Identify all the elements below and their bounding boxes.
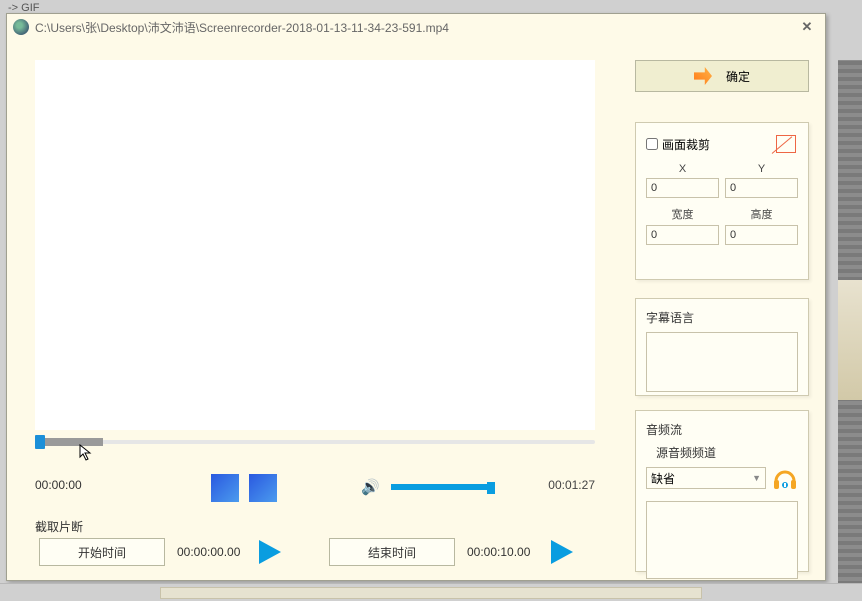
audio-channel-label: 源音频频道 bbox=[646, 444, 798, 461]
window-title: C:\Users\张\Desktop\沛文沛语\Screenrecorder-2… bbox=[35, 19, 795, 36]
volume-track bbox=[391, 484, 491, 490]
headphones-icon bbox=[772, 465, 798, 491]
audio-panel: 音频流 源音频频道 缺省 ▼ bbox=[635, 410, 809, 572]
audio-source-combo[interactable]: 缺省 ▼ bbox=[646, 467, 766, 489]
current-time: 00:00:00 bbox=[35, 478, 82, 492]
audio-listbox[interactable] bbox=[646, 501, 798, 579]
crop-checkbox-input[interactable] bbox=[646, 138, 658, 150]
y-label: Y bbox=[725, 163, 798, 175]
crop-y-input[interactable] bbox=[725, 178, 798, 198]
play-button[interactable] bbox=[211, 474, 239, 502]
set-start-time-button[interactable]: 开始时间 bbox=[39, 538, 165, 566]
progress-thumb[interactable] bbox=[35, 435, 45, 449]
play-from-start-icon[interactable] bbox=[259, 540, 281, 564]
height-label: 高度 bbox=[725, 206, 798, 222]
play-from-end-icon[interactable] bbox=[551, 540, 573, 564]
audio-section-label: 音频流 bbox=[646, 421, 798, 438]
chevron-down-icon: ▼ bbox=[752, 473, 761, 483]
crop-x-input[interactable] bbox=[646, 178, 719, 198]
subtitle-panel: 字幕语言 bbox=[635, 298, 809, 396]
volume-thumb[interactable] bbox=[487, 482, 495, 494]
start-time-value: 00:00:00.00 bbox=[177, 545, 240, 559]
crop-height-input[interactable] bbox=[725, 225, 798, 245]
end-time-value: 00:00:10.00 bbox=[467, 545, 530, 559]
progress-fill bbox=[39, 438, 103, 446]
crop-checkbox-label: 画面裁剪 bbox=[662, 136, 710, 153]
crop-width-input[interactable] bbox=[646, 225, 719, 245]
progress-slider[interactable] bbox=[35, 436, 595, 448]
audio-source-value: 缺省 bbox=[651, 470, 675, 487]
parent-statusbar bbox=[0, 583, 862, 601]
video-preview[interactable] bbox=[35, 60, 595, 430]
playback-controls: 00:00:00 🔊 00:01:27 bbox=[35, 474, 595, 504]
subtitle-listbox[interactable] bbox=[646, 332, 798, 392]
clip-row: 开始时间 00:00:00.00 结束时间 00:00:10.00 bbox=[35, 538, 595, 574]
total-time: 00:01:27 bbox=[548, 478, 595, 492]
pause-button[interactable] bbox=[249, 474, 277, 502]
app-icon bbox=[13, 19, 29, 35]
background-strip bbox=[838, 60, 862, 601]
statusbar-inset bbox=[160, 587, 702, 599]
progress-track bbox=[35, 440, 595, 444]
width-label: 宽度 bbox=[646, 206, 719, 222]
clip-section-label: 截取片断 bbox=[35, 518, 83, 535]
x-label: X bbox=[646, 163, 719, 175]
close-icon: ✕ bbox=[802, 19, 813, 35]
ok-button-label: 确定 bbox=[726, 68, 750, 85]
titlebar: C:\Users\张\Desktop\沛文沛语\Screenrecorder-2… bbox=[7, 14, 825, 40]
arrow-icon bbox=[694, 67, 712, 85]
volume-slider[interactable] bbox=[391, 484, 491, 492]
video-clip-dialog: C:\Users\张\Desktop\沛文沛语\Screenrecorder-2… bbox=[6, 13, 826, 581]
set-end-time-button[interactable]: 结束时间 bbox=[329, 538, 455, 566]
close-button[interactable]: ✕ bbox=[795, 18, 819, 36]
crop-panel: 画面裁剪 X Y 宽度 高度 bbox=[635, 122, 809, 280]
crop-icon bbox=[774, 133, 798, 155]
crop-checkbox[interactable]: 画面裁剪 bbox=[646, 136, 710, 153]
subtitle-label: 字幕语言 bbox=[646, 309, 798, 326]
volume-icon[interactable]: 🔊 bbox=[361, 478, 380, 496]
ok-button[interactable]: 确定 bbox=[635, 60, 809, 92]
client-area: 00:00:00 🔊 00:01:27 截取片断 开始时间 00:00:00.0… bbox=[7, 40, 825, 580]
